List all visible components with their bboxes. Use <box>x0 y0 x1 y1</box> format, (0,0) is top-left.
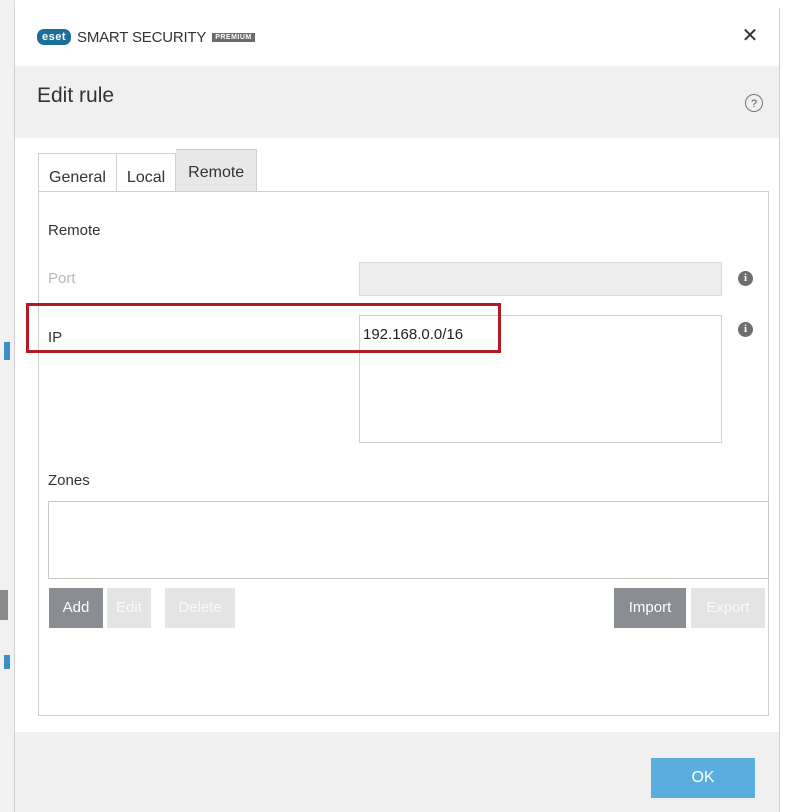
ip-value: 192.168.0.0/16 <box>363 326 464 343</box>
dialog-header: Edit rule ? <box>15 66 779 138</box>
tab-bar: General Local Remote <box>38 149 258 191</box>
ok-button[interactable]: OK <box>651 758 755 798</box>
export-button[interactable]: Export <box>691 588 765 628</box>
tab-remote[interactable]: Remote <box>176 149 258 191</box>
delete-zone-button[interactable]: Delete <box>165 588 235 628</box>
help-icon[interactable]: ? <box>745 94 763 112</box>
ip-field[interactable]: 192.168.0.0/16 <box>359 315 722 443</box>
background-window-edge <box>0 0 15 812</box>
background-accent <box>4 655 10 669</box>
add-zone-button[interactable]: Add <box>49 588 103 628</box>
title-bar: eset SMART SECURITY PREMIUM ✕ <box>15 8 779 66</box>
tab-local[interactable]: Local <box>116 153 177 191</box>
product-name: SMART SECURITY <box>77 28 207 46</box>
edit-zone-button[interactable]: Edit <box>107 588 151 628</box>
ip-label: IP <box>48 329 63 346</box>
page-title: Edit rule <box>37 84 115 107</box>
remote-tab-panel: Remote Port i IP 192.168.0.0/16 i Zones … <box>38 191 769 716</box>
close-icon[interactable]: ✕ <box>737 22 763 48</box>
product-logo: eset SMART SECURITY PREMIUM <box>37 28 255 46</box>
background-accent <box>4 342 10 360</box>
zones-label: Zones <box>48 472 90 489</box>
tab-general[interactable]: General <box>38 153 117 191</box>
remote-section-label: Remote <box>48 222 101 239</box>
dialog-footer: OK <box>15 732 779 812</box>
ip-info-icon[interactable]: i <box>738 322 753 337</box>
port-label: Port <box>48 270 76 287</box>
background-scroll-mark <box>0 590 8 620</box>
edit-rule-dialog: eset SMART SECURITY PREMIUM ✕ Edit rule … <box>14 8 780 812</box>
port-info-icon[interactable]: i <box>738 271 753 286</box>
port-field[interactable] <box>359 262 722 296</box>
product-tier-badge: PREMIUM <box>212 32 255 42</box>
import-button[interactable]: Import <box>614 588 686 628</box>
eset-logo-badge: eset <box>37 29 72 45</box>
zones-list[interactable] <box>48 501 769 579</box>
